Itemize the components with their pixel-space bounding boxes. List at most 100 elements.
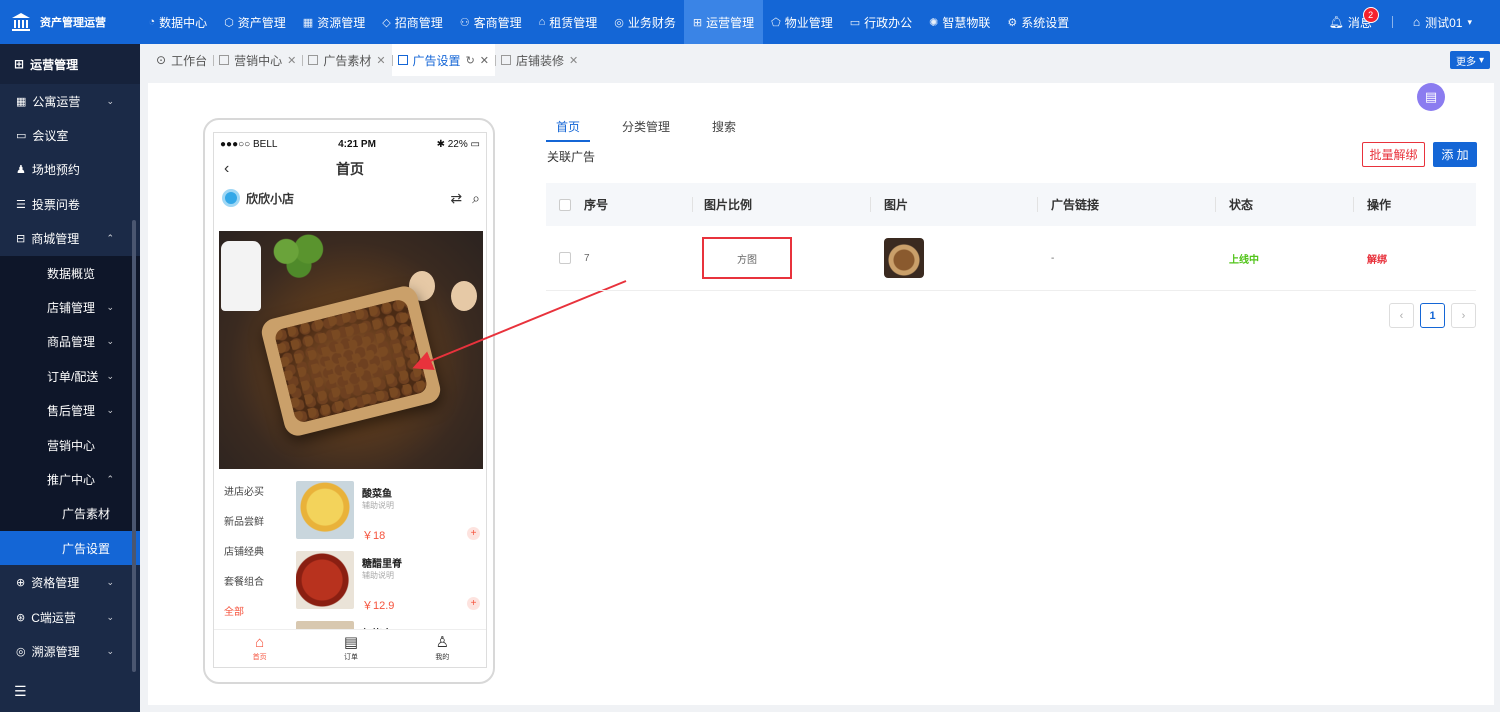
tab[interactable]: ⊙ 工作台: [150, 44, 213, 76]
goods-image: [296, 481, 354, 539]
sidebar-item[interactable]: 数据概览: [0, 255, 140, 291]
topnav-item[interactable]: ⬠ 物业管理: [763, 0, 842, 44]
menu-icon: ▦: [16, 95, 27, 108]
user-menu[interactable]: ⌂ 测试01 ▾: [1413, 14, 1472, 31]
sidebar-item-label: 商城管理: [31, 232, 80, 247]
panel-tab[interactable]: 分类管理: [612, 111, 680, 141]
sidebar-item[interactable]: ▦ 公寓运营 ⌄: [0, 84, 140, 118]
bell-icon: 🔔︎: [1328, 15, 1344, 29]
tab[interactable]: 店铺装修 ✕: [495, 44, 584, 76]
goods-price: ￥12.9: [362, 600, 395, 612]
unbind-link[interactable]: 解绑: [1367, 251, 1387, 266]
topnav-item[interactable]: ⊞ 运营管理: [684, 0, 763, 44]
more-tabs-button[interactable]: 更多 ▾: [1449, 51, 1490, 69]
category-item[interactable]: 新品尝鲜: [219, 505, 283, 535]
store-icon[interactable]: ▤: [1417, 83, 1445, 111]
phone-tab[interactable]: ♙ 我的: [397, 630, 486, 667]
sidebar-item[interactable]: 售后管理 ⌄: [0, 393, 140, 428]
back-icon[interactable]: ‹: [224, 160, 229, 178]
close-icon[interactable]: ✕: [287, 54, 296, 67]
sidebar-item-label: 会议室: [32, 129, 69, 144]
add-button[interactable]: 添 加: [1433, 142, 1477, 167]
select-all-checkbox[interactable]: [559, 198, 571, 211]
sidebar-item[interactable]: 订单/配送 ⌄: [0, 359, 140, 394]
brand[interactable]: 资产管理运营: [0, 0, 140, 44]
sidebar-item[interactable]: 广告素材: [0, 496, 140, 532]
switch-icon[interactable]: ⇄: [450, 190, 462, 207]
sidebar-item[interactable]: 商品管理 ⌄: [0, 324, 140, 360]
topnav-item[interactable]: ⌂ 租赁管理: [530, 0, 606, 44]
goods-item[interactable]: 糖醋里脊 辅助说明 ￥12.9 +: [294, 545, 484, 615]
shop-logo-icon: [222, 189, 240, 207]
users-icon: ⚇: [459, 16, 470, 29]
topnav-label: 行政办公: [864, 15, 913, 30]
tag-icon: ◇: [382, 16, 391, 29]
next-page-button[interactable]: ›: [1451, 303, 1476, 328]
row-checkbox[interactable]: [559, 252, 571, 264]
topnav-item[interactable]: ⚙ 系统设置: [999, 0, 1078, 44]
topnav-item[interactable]: ▭ 行政办公: [841, 0, 920, 44]
add-to-cart-icon[interactable]: +: [467, 527, 480, 540]
topnav-item[interactable]: ⬡ 资产管理: [216, 0, 295, 44]
sidebar-item[interactable]: 推广中心 ⌃: [0, 462, 140, 497]
topnav-item[interactable]: ◇ 招商管理: [374, 0, 451, 44]
category-item[interactable]: 套餐组合: [219, 565, 283, 595]
sidebar-item[interactable]: ☰ 投票问卷: [0, 187, 140, 221]
page-button[interactable]: 1: [1420, 303, 1445, 328]
topnav-item[interactable]: ✺ 智慧物联: [921, 0, 999, 44]
topnav-label: 系统设置: [1021, 15, 1070, 30]
sidebar-title: ⊞ 运营管理: [0, 44, 140, 84]
battery-icon: ▭: [470, 138, 480, 150]
goods-item[interactable]: 酸菜鱼 辅助说明 ￥18 +: [294, 475, 484, 545]
search-icon[interactable]: ⌕: [472, 190, 480, 207]
app-title: 资产管理运营: [40, 17, 106, 29]
tab-label: 广告素材: [323, 53, 372, 68]
dashboard-icon: ⊙: [156, 53, 167, 67]
close-icon[interactable]: ✕: [376, 54, 385, 67]
tab[interactable]: 营销中心 ✕: [213, 44, 302, 76]
sidebar-item[interactable]: ▭ 会议室: [0, 118, 140, 152]
chevron-down-icon: ⌄: [106, 611, 114, 622]
ops-icon: ⊞: [14, 57, 25, 71]
collapse-menu-icon[interactable]: ☰: [14, 683, 27, 700]
sidebar-item[interactable]: ⊟ 商城管理 ⌃: [0, 222, 140, 256]
category-item[interactable]: 进店必买: [219, 475, 283, 505]
batch-unbind-button[interactable]: 批量解绑: [1362, 142, 1425, 167]
sidebar-item-label: 推广中心: [47, 472, 96, 487]
topnav-item[interactable]: ◔ 数据中心: [140, 0, 216, 44]
tab[interactable]: 广告素材 ✕: [302, 44, 391, 76]
topnav-item[interactable]: ▦ 资源管理: [294, 0, 373, 44]
prev-page-button[interactable]: ‹: [1389, 303, 1414, 328]
close-icon[interactable]: ✕: [480, 54, 489, 67]
add-to-cart-icon[interactable]: +: [467, 597, 480, 610]
sidebar-item[interactable]: ◎ 溯源管理 ⌄: [0, 634, 140, 668]
category-item[interactable]: 全部: [219, 595, 283, 625]
shop-bar: 欣欣小店 ⇄ ⌕: [214, 183, 486, 213]
col-header: 序号: [584, 198, 609, 212]
phone-status-bar: ●●●○○ BELL 4:21 PM ✱ 22% ▭: [214, 133, 486, 155]
milk-jug: [221, 241, 261, 311]
close-icon[interactable]: ✕: [569, 54, 578, 67]
category-item[interactable]: 店铺经典: [219, 535, 283, 565]
page-icon: [397, 55, 408, 65]
sidebar-item[interactable]: 店铺管理 ⌄: [0, 290, 140, 325]
sidebar-item[interactable]: ⊛ C端运营 ⌄: [0, 600, 140, 634]
sidebar-item[interactable]: 广告设置: [0, 531, 140, 566]
sidebar-item[interactable]: ♟ 场地预约: [0, 153, 140, 187]
topnav-item[interactable]: ⚇ 客商管理: [451, 0, 530, 44]
ad-thumbnail[interactable]: [884, 238, 924, 278]
sidebar-item[interactable]: 营销中心: [0, 427, 140, 463]
sidebar-scrollbar[interactable]: [132, 220, 136, 672]
menu-icon: ⊕: [16, 577, 26, 590]
dashboard-icon: ◔: [148, 16, 156, 28]
topnav-item[interactable]: ◎ 业务财务: [606, 0, 685, 44]
tab[interactable]: 广告设置 ↻ ✕: [391, 44, 495, 76]
phone-tab[interactable]: ⌂ 首页: [214, 630, 305, 667]
messages-button[interactable]: 🔔︎ 消息 2: [1328, 6, 1379, 31]
ad-banner-image[interactable]: [219, 231, 483, 469]
panel-tab[interactable]: 搜索: [702, 111, 746, 141]
refresh-icon[interactable]: ↻: [466, 54, 475, 67]
sidebar-item[interactable]: ⊕ 资格管理 ⌄: [0, 565, 140, 599]
phone-tab[interactable]: ▤ 订单: [305, 630, 396, 667]
panel-tab[interactable]: 首页: [546, 111, 591, 142]
